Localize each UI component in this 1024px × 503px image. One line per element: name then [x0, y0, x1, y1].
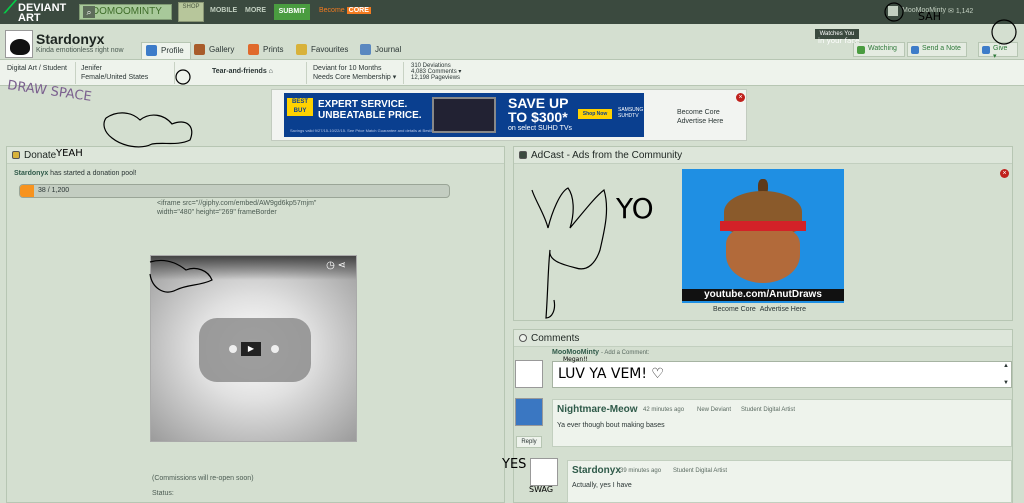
scribble-cat-shape	[103, 112, 193, 148]
scribble-y-shape	[531, 187, 608, 319]
scribble-layer	[103, 2, 1017, 319]
scribble-video-cat	[149, 259, 213, 293]
scribble-circle-1	[884, 2, 904, 22]
scribble-circle-2	[991, 19, 1017, 45]
scribble-circle-3	[175, 69, 191, 85]
